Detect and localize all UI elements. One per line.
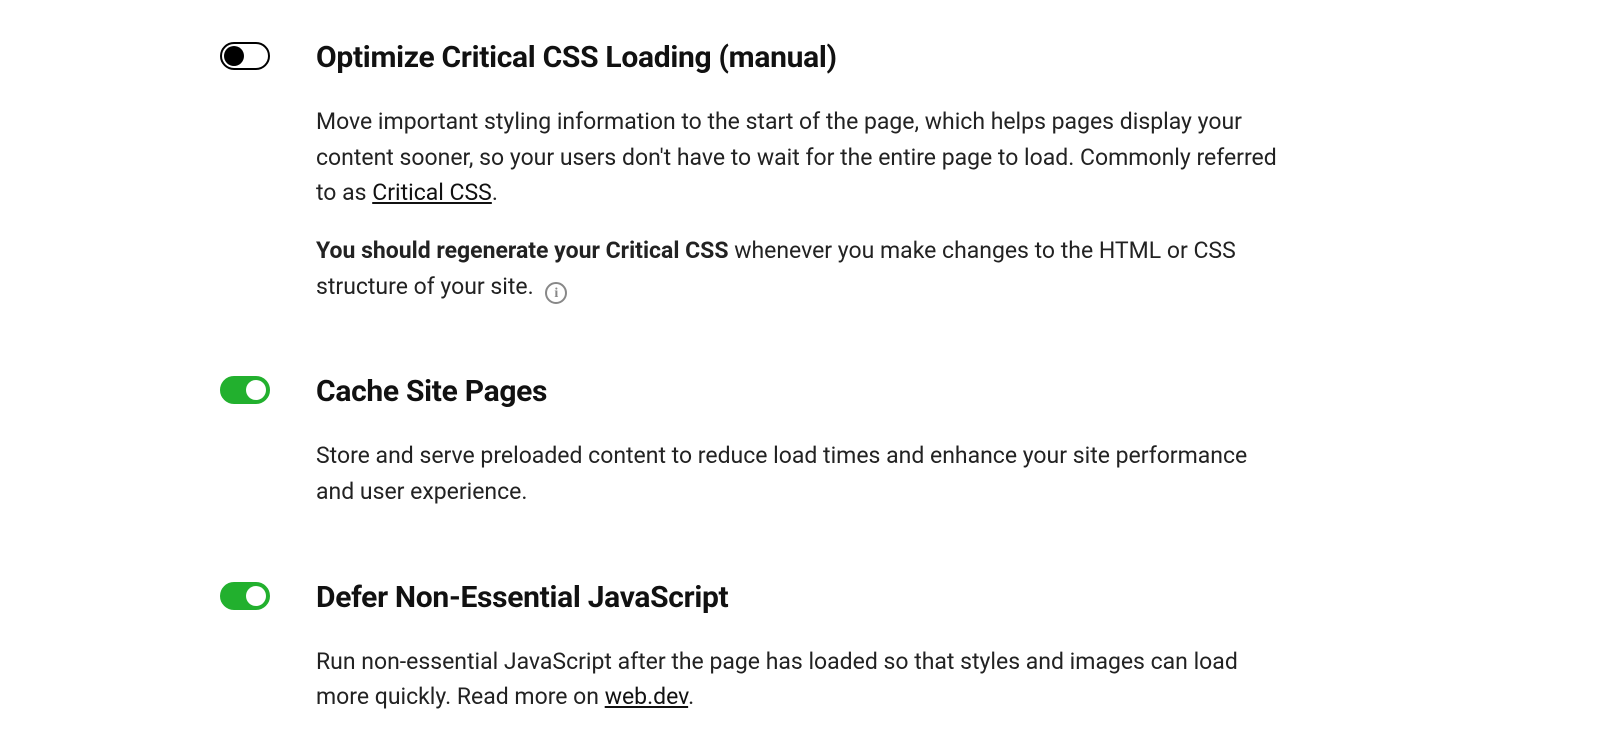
setting-optimize-critical-css: Optimize Critical CSS Loading (manual) M…	[220, 40, 1320, 304]
setting-description: Store and serve preloaded content to red…	[316, 438, 1286, 509]
toggle-optimize-critical-css[interactable]	[220, 42, 270, 70]
setting-defer-nonessential-js: Defer Non-Essential JavaScript Run non-e…	[220, 580, 1320, 715]
toggle-knob-icon	[246, 380, 266, 400]
info-icon[interactable]: i	[545, 282, 567, 304]
toggle-knob-icon	[224, 46, 244, 66]
setting-cache-site-pages: Cache Site Pages Store and serve preload…	[220, 374, 1320, 509]
webdev-link[interactable]: web.dev	[605, 683, 688, 710]
setting-description: Run non-essential JavaScript after the p…	[316, 644, 1286, 715]
toggle-cache-site-pages[interactable]	[220, 376, 270, 404]
toggle-defer-nonessential-js[interactable]	[220, 582, 270, 610]
setting-description: Move important styling information to th…	[316, 104, 1286, 211]
toggle-knob-icon	[246, 586, 266, 606]
critical-css-link[interactable]: Critical CSS	[372, 179, 492, 206]
setting-title: Defer Non-Essential JavaScript	[316, 580, 1320, 616]
setting-title: Optimize Critical CSS Loading (manual)	[316, 40, 1320, 76]
setting-title: Cache Site Pages	[316, 374, 1320, 410]
setting-note: You should regenerate your Critical CSS …	[316, 233, 1286, 304]
settings-list: Optimize Critical CSS Loading (manual) M…	[220, 40, 1320, 715]
